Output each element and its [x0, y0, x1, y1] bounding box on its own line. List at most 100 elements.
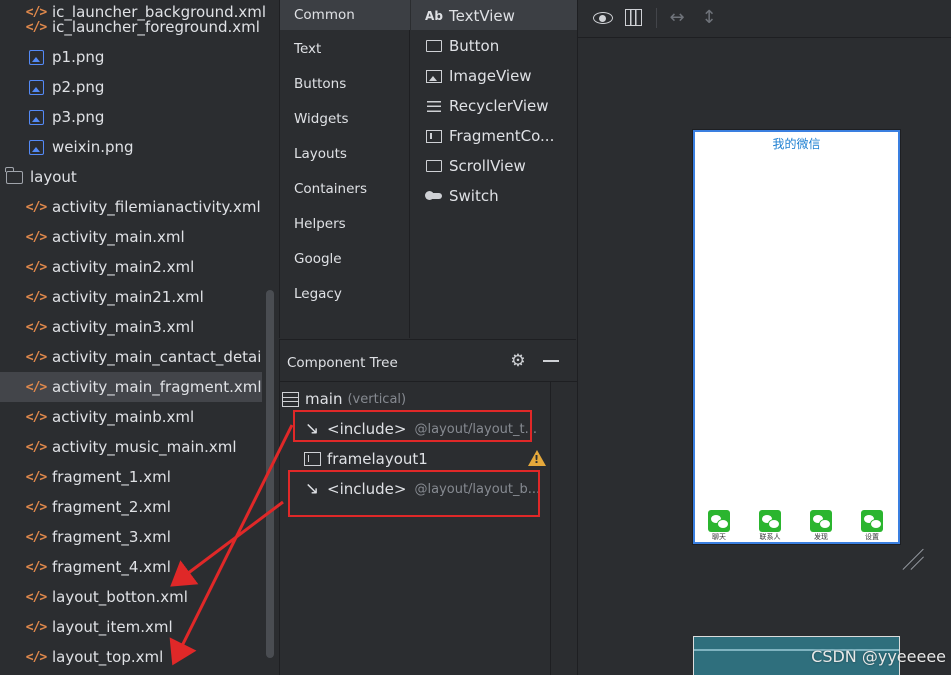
tree-item-label: weixin.png — [52, 138, 134, 156]
palette-widget-textview[interactable]: Ab TextView — [411, 1, 577, 31]
tree-item-label: activity_main2.xml — [52, 258, 195, 276]
vertical-resize-icon[interactable]: ↕ — [697, 7, 721, 29]
folder-icon — [5, 166, 23, 184]
palette-category-text[interactable]: Text — [280, 34, 410, 64]
tree-item-activity-main[interactable]: </> activity_main.xml — [0, 222, 262, 252]
tree-item-fragment-3[interactable]: </> fragment_3.xml — [0, 522, 262, 552]
tree-item-activity-mainb[interactable]: </> activity_mainb.xml — [0, 402, 262, 432]
tree-item-weixin[interactable]: weixin.png — [0, 132, 262, 162]
palette-category-buttons[interactable]: Buttons — [280, 69, 410, 99]
preview-title: 我的微信 — [772, 137, 821, 151]
palette-category-containers[interactable]: Containers — [280, 174, 410, 204]
wechat-discover-icon — [810, 510, 832, 532]
tree-item-label: activity_main_fragment.xml — [52, 378, 262, 396]
xml-file-icon: </> — [25, 619, 47, 635]
tree-item-label: layout_item.xml — [52, 618, 173, 636]
component-node-label: main — [305, 390, 343, 408]
minimize-icon[interactable] — [543, 360, 559, 362]
xml-file-icon: </> — [25, 649, 47, 665]
tree-item-activity-main21[interactable]: </> activity_main21.xml — [0, 282, 262, 312]
xml-file-icon: </> — [25, 259, 47, 275]
textview-icon: Ab — [425, 9, 443, 23]
annotation-box-include-top — [293, 410, 532, 442]
tree-item-activity-filemianactivity[interactable]: </> activity_filemianactivity.xml — [0, 192, 262, 222]
image-file-icon — [28, 109, 44, 125]
xml-file-icon: </> — [25, 499, 47, 515]
tree-item-label: activity_filemianactivity.xml — [52, 198, 261, 216]
component-node-main[interactable]: main (vertical) — [281, 386, 406, 412]
annotation-box-include-bottom — [288, 470, 540, 517]
tree-item-p1[interactable]: p1.png — [0, 42, 262, 72]
palette-widget-scrollview[interactable]: ScrollView — [411, 151, 577, 181]
component-tree-header: Component Tree ⚙ — [280, 340, 577, 382]
tree-item-activity-main2[interactable]: </> activity_main2.xml — [0, 252, 262, 282]
tree-item-p2[interactable]: p2.png — [0, 72, 262, 102]
xml-file-icon: </> — [25, 379, 47, 395]
xml-file-icon: </> — [25, 229, 47, 245]
blueprint-toggle-icon[interactable] — [622, 7, 646, 29]
preview-nav-item-chat: 聊天 — [706, 510, 732, 542]
tree-item-label: layout_botton.xml — [52, 588, 188, 606]
tree-item-layout-botton[interactable]: </> layout_botton.xml — [0, 582, 262, 612]
design-surface: ↔ ↕ 我的微信 聊天 联系人 发现 设置 — [577, 0, 951, 675]
switch-icon — [425, 191, 442, 200]
tree-item-activity-music-main[interactable]: </> activity_music_main.xml — [0, 432, 262, 462]
palette-category-legacy[interactable]: Legacy — [280, 279, 410, 309]
wechat-settings-icon — [861, 510, 883, 532]
xml-file-icon: </> — [25, 439, 47, 455]
palette-widget-button[interactable]: Button — [411, 31, 577, 61]
tree-item-activity-main-fragment[interactable]: </> activity_main_fragment.xml — [0, 372, 262, 402]
tree-item-label: p2.png — [52, 78, 105, 96]
palette-category-common[interactable]: Common — [280, 0, 410, 30]
preview-nav-item-settings: 设置 — [859, 510, 885, 542]
palette-category-layouts[interactable]: Layouts — [280, 139, 410, 169]
xml-file-icon: </> — [25, 469, 47, 485]
xml-file-icon: </> — [25, 349, 47, 365]
palette-widget-fragment-container[interactable]: FragmentCo... — [411, 121, 577, 151]
image-file-icon — [28, 79, 44, 95]
component-node-framelayout1[interactable]: framelayout1 — [303, 446, 428, 472]
recyclerview-icon — [427, 100, 441, 112]
layout-preview[interactable]: 我的微信 聊天 联系人 发现 设置 — [693, 130, 900, 544]
warning-icon[interactable]: ! — [528, 450, 546, 466]
component-node-label: framelayout1 — [327, 450, 428, 468]
preview-nav-item-contacts: 联系人 — [757, 510, 783, 542]
button-icon — [426, 40, 442, 52]
preview-nav-item-discover: 发现 — [808, 510, 834, 542]
tree-item-ic-launcher-foreground[interactable]: </> ic_launcher_foreground.xml — [0, 12, 262, 42]
tree-item-label: activity_music_main.xml — [52, 438, 237, 456]
image-file-icon — [28, 139, 44, 155]
palette-widget-imageview[interactable]: ImageView — [411, 61, 577, 91]
xml-file-icon: </> — [25, 589, 47, 605]
gear-icon[interactable]: ⚙ — [509, 352, 527, 370]
eye-icon[interactable] — [591, 7, 615, 29]
tree-item-p3[interactable]: p3.png — [0, 102, 262, 132]
xml-file-icon: </> — [25, 199, 47, 215]
tree-item-fragment-2[interactable]: </> fragment_2.xml — [0, 492, 262, 522]
tree-item-fragment-4[interactable]: </> fragment_4.xml — [0, 552, 262, 582]
component-tree-title: Component Tree — [287, 355, 398, 371]
tree-item-activity-main3[interactable]: </> activity_main3.xml — [0, 312, 262, 342]
tree-item-activity-main-cantact-detail[interactable]: </> activity_main_cantact_detail.xml — [0, 342, 262, 372]
xml-file-icon: </> — [25, 319, 47, 335]
tree-item-label: activity_main3.xml — [52, 318, 195, 336]
tree-folder-layout[interactable]: layout — [0, 162, 262, 192]
palette-categories: Common Text Buttons Widgets Layouts Cont… — [280, 0, 410, 338]
xml-file-icon: </> — [25, 559, 47, 575]
horizontal-resize-icon[interactable]: ↔ — [665, 7, 689, 29]
tree-scrollbar[interactable] — [266, 290, 274, 658]
scrollview-icon — [426, 160, 442, 172]
xml-file-icon: </> — [25, 19, 47, 35]
palette-category-google[interactable]: Google — [280, 244, 410, 274]
resize-grip-icon[interactable] — [902, 548, 927, 571]
tree-item-layout-item[interactable]: </> layout_item.xml — [0, 612, 262, 642]
palette-widget-switch[interactable]: Switch — [411, 181, 577, 211]
tree-item-fragment-1[interactable]: </> fragment_1.xml — [0, 462, 262, 492]
tree-item-layout-top[interactable]: </> layout_top.xml — [0, 642, 262, 672]
palette-category-helpers[interactable]: Helpers — [280, 209, 410, 239]
tree-item-label: activity_main.xml — [52, 228, 185, 246]
tree-item-label: p1.png — [52, 48, 105, 66]
palette-widget-recyclerview[interactable]: RecyclerView — [411, 91, 577, 121]
palette-category-widgets[interactable]: Widgets — [280, 104, 410, 134]
tree-item-label: layout_top.xml — [52, 648, 164, 666]
